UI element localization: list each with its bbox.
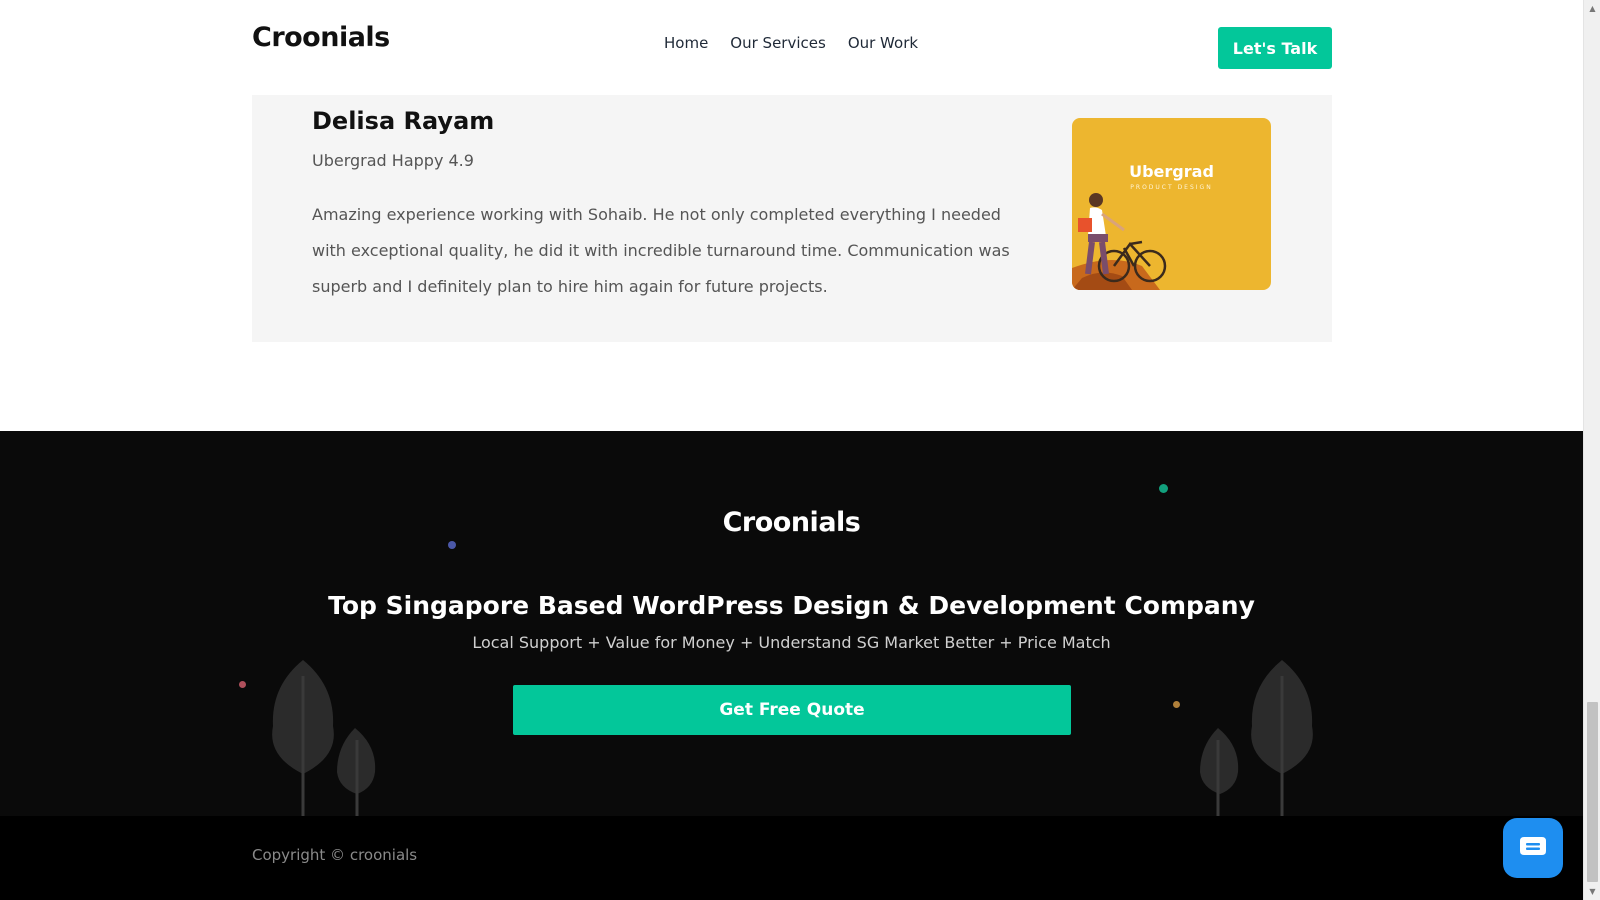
- footer-subtitle: Local Support + Value for Money + Unders…: [472, 633, 1111, 652]
- tree-icon: [272, 660, 376, 816]
- nav-our-services[interactable]: Our Services: [730, 34, 826, 52]
- tree-icon: [1200, 660, 1313, 816]
- testimonial-card: Delisa Rayam Ubergrad Happy 4.9 Amazing …: [252, 95, 1332, 342]
- scroll-up-arrow-icon[interactable]: ▲: [1584, 0, 1600, 17]
- chat-icon: [1520, 837, 1546, 855]
- decor-dot: [1173, 701, 1180, 708]
- site-header: Croonials Home Our Services Our Work Let…: [0, 0, 1583, 95]
- logo-text: Croonials: [252, 22, 390, 53]
- scroll-down-arrow-icon[interactable]: ▼: [1584, 883, 1600, 900]
- footer-cta-section: Croonials Top Singapore Based WordPress …: [0, 431, 1583, 816]
- site-logo[interactable]: Croonials: [252, 22, 390, 53]
- chat-widget-button[interactable]: [1503, 818, 1563, 878]
- copyright-text: Copyright © croonials: [252, 846, 418, 864]
- footer-logo[interactable]: Croonials: [0, 507, 1583, 538]
- decor-dot: [448, 541, 456, 549]
- decor-dot: [239, 681, 246, 688]
- review-text: Amazing experience working with Sohaib. …: [312, 205, 1010, 296]
- copyright-bar: Copyright © croonials: [0, 816, 1583, 900]
- page-scrollbar[interactable]: ▲ ▼: [1583, 0, 1600, 900]
- reviewer-name: Delisa Rayam: [312, 107, 495, 135]
- footer-title: Top Singapore Based WordPress Design & D…: [328, 591, 1255, 620]
- project-thumbnail[interactable]: Ubergrad PRODUCT DESIGN: [1072, 118, 1271, 290]
- main-nav: Home Our Services Our Work: [664, 34, 918, 52]
- cyclist-illustration: [1072, 193, 1167, 290]
- nav-home[interactable]: Home: [664, 34, 708, 52]
- nav-our-work[interactable]: Our Work: [848, 34, 918, 52]
- get-free-quote-button[interactable]: Get Free Quote: [513, 685, 1071, 735]
- lets-talk-button[interactable]: Let's Talk: [1218, 27, 1332, 69]
- decor-dot: [1159, 484, 1168, 493]
- scrollbar-thumb[interactable]: [1587, 702, 1598, 882]
- reviewer-rating: Ubergrad Happy 4.9: [312, 151, 474, 170]
